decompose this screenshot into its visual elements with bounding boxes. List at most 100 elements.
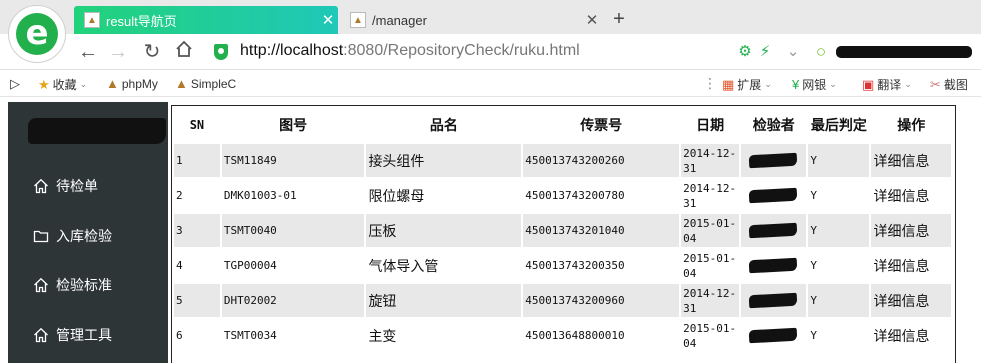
redacted-search-box[interactable] bbox=[836, 46, 972, 58]
close-tab-icon[interactable]: ✕ bbox=[582, 11, 602, 29]
bookmark-simplec[interactable]: ▲ SimpleC bbox=[175, 76, 236, 91]
cell-verdict: Y bbox=[810, 189, 817, 202]
chevron-down-icon: ⌄ bbox=[764, 79, 772, 89]
cell-part-name: 接头组件 bbox=[366, 144, 522, 177]
bookmark-label: phpMy bbox=[121, 76, 158, 91]
details-link[interactable]: 详细信息 bbox=[871, 144, 951, 177]
address-bar[interactable]: http://localhost:8080/RepositoryCheck/ru… bbox=[240, 42, 580, 60]
tab-result-nav[interactable]: ▲ result导航页 ✕ bbox=[74, 6, 338, 34]
tab-title: result导航页 bbox=[106, 13, 177, 29]
back-arrow-icon[interactable]: ← bbox=[76, 40, 100, 64]
bookmark-label: 收藏 bbox=[52, 78, 77, 92]
cell-drawing-no: TSMT0040 bbox=[221, 214, 365, 247]
tool-bank[interactable]: ¥ 网银 ⌄ bbox=[792, 76, 837, 93]
cell-sn: 1 bbox=[174, 144, 220, 177]
sidebar-item-label: 入库检验 bbox=[56, 228, 112, 244]
cell-ticket-no: 450013743200780 bbox=[525, 189, 625, 202]
browser-logo-icon[interactable]: e bbox=[8, 5, 66, 63]
sidebar-item-pending[interactable]: 待检单 bbox=[32, 175, 98, 197]
cell-drawing-no: DMK01003-01 bbox=[223, 189, 297, 202]
sidebar-toggle-icon[interactable]: ▷ bbox=[10, 76, 23, 92]
forward-arrow-icon[interactable]: → bbox=[106, 40, 130, 64]
cell-inspector bbox=[741, 179, 806, 212]
home-button-icon[interactable] bbox=[172, 40, 196, 64]
cell-date: 2015-01-04 bbox=[683, 321, 737, 350]
tool-screenshot[interactable]: ✂ 截图 bbox=[930, 76, 968, 93]
sidebar: 待检单 入库检验 检验标准 管理工具 bbox=[8, 102, 168, 363]
sidebar-item-inbound-inspection[interactable]: 入库检验 bbox=[32, 225, 112, 247]
cell-drawing-no: DHT02002 bbox=[221, 284, 365, 317]
tool-label: 翻译 bbox=[877, 78, 902, 92]
table-row: 6 TSMT0034 主变 450013648800010 2015-01-04… bbox=[174, 319, 951, 352]
tool-label: 截图 bbox=[943, 78, 968, 92]
simplec-icon: ▲ bbox=[175, 76, 188, 91]
reload-icon[interactable]: ↻ bbox=[140, 40, 164, 64]
lightning-icon[interactable]: ⚡ bbox=[756, 43, 774, 61]
column-header: 操作 bbox=[897, 117, 926, 133]
cell-date: 2014-12-31 bbox=[681, 284, 740, 317]
security-shield-icon[interactable] bbox=[214, 44, 228, 60]
cell-part-name: 限位螺母 bbox=[368, 187, 425, 204]
cell-verdict: Y bbox=[808, 144, 870, 177]
phpmyadmin-icon: ▲ bbox=[106, 76, 119, 91]
cell-part-name: 主变 bbox=[368, 327, 397, 344]
spinner-icon[interactable]: ⚙ bbox=[736, 43, 754, 61]
more-options-icon[interactable]: ⋮ bbox=[703, 75, 717, 92]
sidebar-item-label: 检验标准 bbox=[56, 277, 112, 293]
details-link[interactable]: 详细信息 bbox=[871, 319, 951, 352]
redacted-inspector bbox=[748, 187, 798, 204]
cell-sn: 2 bbox=[176, 189, 183, 202]
cell-inspector bbox=[741, 249, 806, 282]
details-link[interactable]: 详细信息 bbox=[871, 179, 951, 212]
cell-verdict: Y bbox=[810, 329, 817, 342]
cell-drawing-no: TGP00004 bbox=[223, 259, 277, 272]
cell-inspector bbox=[741, 144, 807, 177]
bookmark-label: SimpleC bbox=[190, 76, 237, 91]
cell-verdict: Y bbox=[808, 284, 870, 317]
tab-strip: ▲ result导航页 ✕ ▲ /manager ✕ + bbox=[0, 0, 981, 34]
tool-label: 扩展 bbox=[737, 78, 762, 92]
home-icon bbox=[32, 276, 50, 294]
tool-translate[interactable]: ▣ 翻译 ⌄ bbox=[862, 76, 912, 93]
tab-title: /manager bbox=[372, 12, 427, 28]
cell-date: 2015-01-04 bbox=[683, 251, 737, 280]
url-path: :8080/RepositoryCheck/ruku.html bbox=[343, 42, 580, 59]
details-link[interactable]: 详细信息 bbox=[871, 284, 951, 317]
bookmarks-bar: ▷ ★ 收藏 ⌄ ▲ phpMy ▲ SimpleC ⋮ ▦ 扩展 ⌄ ¥ 网银… bbox=[0, 71, 981, 97]
cell-sn: 4 bbox=[176, 259, 183, 272]
sidebar-item-label: 待检单 bbox=[56, 178, 98, 194]
cell-date: 2015-01-04 bbox=[681, 214, 740, 247]
column-header: SN bbox=[189, 118, 205, 132]
new-tab-button[interactable]: + bbox=[608, 8, 630, 30]
page-content: 待检单 入库检验 检验标准 管理工具 SN 图号 品名 传票号 日期 检验者 最… bbox=[0, 97, 981, 363]
cell-sn: 6 bbox=[176, 329, 183, 342]
cell-ticket-no: 450013743201040 bbox=[523, 214, 680, 247]
cell-inspector bbox=[741, 214, 807, 247]
cell-part-name: 气体导入管 bbox=[368, 257, 439, 274]
cell-ticket-no: 450013743200260 bbox=[523, 144, 680, 177]
cell-ticket-no: 450013743200960 bbox=[523, 284, 680, 317]
cell-drawing-no: TSMT0034 bbox=[223, 329, 277, 342]
column-header: 检验者 bbox=[752, 117, 795, 133]
chevron-down-icon[interactable]: ⌄ bbox=[784, 43, 802, 61]
tool-extensions[interactable]: ▦ 扩展 ⌄ bbox=[722, 76, 772, 93]
navigation-bar: ← → ↻ http://localhost:8080/RepositoryCh… bbox=[0, 34, 981, 70]
cell-ticket-no: 450013743200350 bbox=[525, 259, 625, 272]
sidebar-item-inspection-standards[interactable]: 检验标准 bbox=[32, 274, 112, 296]
cell-part-name: 压板 bbox=[366, 214, 522, 247]
details-link[interactable]: 详细信息 bbox=[871, 214, 951, 247]
details-link[interactable]: 详细信息 bbox=[871, 249, 951, 282]
chevron-down-icon: ⌄ bbox=[829, 79, 837, 89]
cell-sn: 5 bbox=[174, 284, 220, 317]
bookmark-phpmy[interactable]: ▲ phpMy bbox=[106, 76, 158, 91]
tab-manager[interactable]: ▲ /manager ✕ bbox=[340, 6, 602, 34]
close-tab-icon[interactable]: ✕ bbox=[318, 11, 338, 29]
cell-date: 2014-12-31 bbox=[683, 181, 737, 210]
redacted-inspector bbox=[748, 222, 798, 239]
redacted-inspector bbox=[748, 292, 798, 309]
home-icon bbox=[32, 326, 50, 344]
search-engine-icon[interactable]: ○ bbox=[812, 43, 830, 61]
table-row: 3 TSMT0040 压板 450013743201040 2015-01-04… bbox=[174, 214, 951, 247]
sidebar-item-admin-tools[interactable]: 管理工具 bbox=[32, 324, 112, 346]
bookmark-favorites[interactable]: ★ 收藏 ⌄ bbox=[38, 76, 87, 93]
